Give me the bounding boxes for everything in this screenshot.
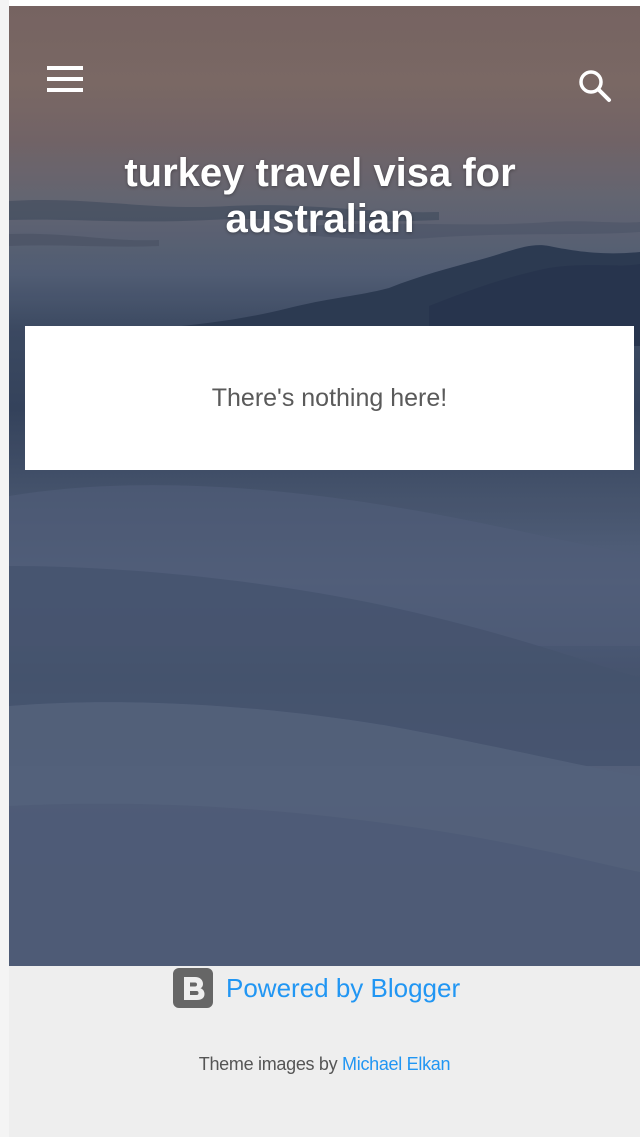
powered-by-label: Powered by Blogger	[226, 972, 461, 1003]
search-icon	[579, 70, 611, 102]
blog-title[interactable]: turkey travel visa for australian	[40, 150, 600, 242]
theme-credit: Theme images by Michael Elkan	[9, 1054, 640, 1075]
hamburger-menu-icon-bar-bottom	[47, 88, 83, 92]
menu-button[interactable]	[45, 64, 85, 94]
theme-credit-prefix: Theme images by	[198, 1054, 338, 1074]
search-button[interactable]	[573, 64, 617, 108]
posts-container: There's nothing here!	[25, 326, 634, 470]
hamburger-menu-icon-bar-middle	[47, 77, 83, 81]
theme-author-link[interactable]: Michael Elkan	[342, 1054, 450, 1074]
blogger-logo-icon	[173, 968, 213, 1008]
page: turkey travel visa for australian There'…	[0, 0, 640, 1137]
hamburger-menu-icon-bar-top	[47, 66, 83, 70]
footer: Powered by Blogger Theme images by Micha…	[9, 966, 640, 1137]
empty-posts-message: There's nothing here!	[211, 384, 448, 412]
left-edge-strip	[0, 0, 9, 1137]
powered-by-blogger-link[interactable]: Powered by Blogger	[173, 966, 460, 1010]
